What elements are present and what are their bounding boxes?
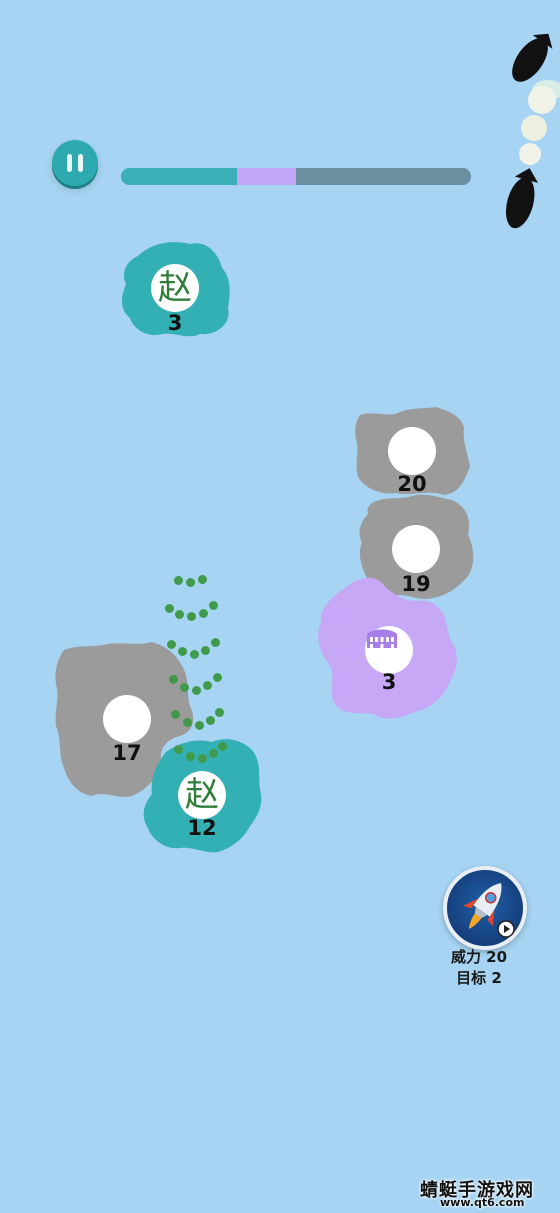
troop-dot	[171, 710, 180, 719]
island-badge: 赵	[178, 771, 226, 819]
troop-dot	[198, 575, 207, 584]
troop-dot	[201, 646, 210, 655]
troop-dot	[180, 683, 189, 692]
colosseum-icon	[367, 629, 397, 648]
rocket-target-label: 目标 2	[456, 969, 502, 987]
troop-dot	[209, 601, 218, 610]
island-badge: 赵	[151, 264, 199, 312]
troop-dot	[174, 745, 183, 754]
island-troop-count: 12	[187, 816, 217, 840]
pause-icon-bar	[67, 154, 72, 172]
pause-icon-bar	[78, 154, 83, 172]
troop-dot	[183, 718, 192, 727]
troop-dot	[165, 604, 174, 613]
pause-button[interactable]	[52, 140, 98, 186]
troop-dot	[169, 675, 178, 684]
bomb-icon-bottom	[505, 168, 539, 229]
troop-dot	[206, 716, 215, 725]
troop-dot	[187, 612, 196, 621]
watermark-url: www.qt6.com	[440, 1196, 525, 1209]
progress-segment-purple	[236, 168, 296, 185]
troop-dot	[190, 650, 199, 659]
troop-dot	[186, 578, 195, 587]
troop-dot	[192, 686, 201, 695]
troop-dot	[213, 673, 222, 682]
island-troop-count: 3	[381, 670, 397, 694]
troop-dot	[211, 638, 220, 647]
troop-dot	[198, 754, 207, 763]
troop-dot	[174, 576, 183, 585]
progress-segment-remaining	[296, 168, 471, 185]
troop-dot	[215, 708, 224, 717]
troop-dot	[203, 681, 212, 690]
troop-dot	[195, 721, 204, 730]
troop-dot	[186, 752, 195, 761]
zhao-glyph: 赵	[158, 268, 192, 308]
island-badge	[388, 427, 436, 475]
island-troop-count: 3	[167, 311, 183, 335]
troop-dot	[167, 640, 176, 649]
troop-dot	[199, 609, 208, 618]
troop-dot	[209, 749, 218, 758]
progress-segment-teal	[121, 168, 237, 185]
troop-dot	[178, 647, 187, 656]
island-badge	[392, 525, 440, 573]
island-rome[interactable]: 3	[315, 572, 463, 724]
rocket-power-label: 威力 20	[450, 948, 508, 966]
rocket-powerup-button[interactable]	[443, 866, 527, 950]
troop-dot	[218, 742, 227, 751]
island-gray-20[interactable]: 20	[352, 405, 472, 497]
island-zhao-top[interactable]: 赵 3	[118, 238, 234, 340]
video-play-icon	[497, 920, 515, 938]
territory-progress-bar	[121, 168, 471, 185]
zhao-glyph: 赵	[185, 775, 219, 815]
troop-dot	[175, 610, 184, 619]
island-badge	[365, 626, 413, 674]
